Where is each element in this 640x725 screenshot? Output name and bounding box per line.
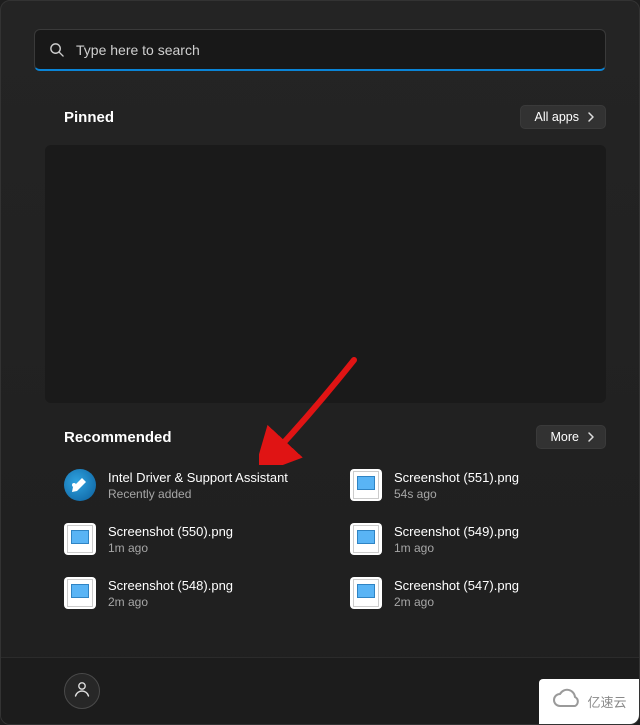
cloud-icon	[551, 688, 581, 715]
recommended-item-subtitle: 1m ago	[108, 541, 233, 555]
search-bar[interactable]	[34, 29, 606, 71]
recommended-item-screenshot-548[interactable]: Screenshot (548).png 2m ago	[64, 577, 320, 609]
image-file-icon	[350, 469, 382, 501]
recommended-item-intel-driver[interactable]: Intel Driver & Support Assistant Recentl…	[64, 469, 320, 501]
chevron-right-icon	[585, 111, 597, 123]
recommended.items.3.subtitle: 1m ago	[394, 541, 519, 555]
watermark: 亿速云	[539, 679, 639, 724]
chevron-right-icon	[585, 431, 597, 443]
all-apps-button[interactable]: All apps	[520, 105, 606, 129]
recommended-item-text: Screenshot (549).png 1m ago	[394, 524, 519, 555]
recommended-item-text: Screenshot (548).png 2m ago	[108, 578, 233, 609]
search-icon	[49, 42, 64, 57]
pinned-title: Pinned	[64, 109, 114, 126]
image-file-icon	[350, 577, 382, 609]
more-label: More	[551, 430, 579, 444]
top-area	[1, 1, 639, 71]
recommended-item-screenshot-549[interactable]: Screenshot (549).png 1m ago	[350, 523, 606, 555]
recommended-item-subtitle: 54s ago	[394, 487, 519, 501]
recommended-item-text: Intel Driver & Support Assistant Recentl…	[108, 470, 288, 501]
all-apps-label: All apps	[535, 110, 579, 124]
app-icon	[64, 469, 96, 501]
recommended-item-title: Screenshot (547).png	[394, 578, 519, 593]
recommended-item-title: Screenshot (549).png	[394, 524, 519, 539]
user-icon	[72, 679, 92, 704]
start-menu: Pinned All apps Recommended More	[0, 0, 640, 725]
recommended-item-subtitle: Recently added	[108, 487, 288, 501]
recommended-item-screenshot-547[interactable]: Screenshot (547).png 2m ago	[350, 577, 606, 609]
image-file-icon	[64, 523, 96, 555]
user-account-button[interactable]	[64, 673, 100, 709]
recommended-item-title: Intel Driver & Support Assistant	[108, 470, 288, 485]
recommended-item-title: Screenshot (548).png	[108, 578, 233, 593]
recommended-title: Recommended	[64, 429, 172, 446]
pinned-header: Pinned All apps	[64, 105, 606, 129]
watermark-text: 亿速云	[587, 692, 626, 711]
recommended-item-subtitle: 2m ago	[108, 595, 233, 609]
recommended-item-text: Screenshot (550).png 1m ago	[108, 524, 233, 555]
recommended-item-screenshot-550[interactable]: Screenshot (550).png 1m ago	[64, 523, 320, 555]
recommended-item-title: Screenshot (550).png	[108, 524, 233, 539]
annotation-arrow-icon	[259, 355, 369, 465]
image-file-icon	[64, 577, 96, 609]
recommended-grid: Intel Driver & Support Assistant Recentl…	[64, 469, 606, 609]
recommended-item-text: Screenshot (547).png 2m ago	[394, 578, 519, 609]
more-button[interactable]: More	[536, 425, 606, 449]
search-input[interactable]	[76, 42, 591, 58]
recommended-item-text: Screenshot (551).png 54s ago	[394, 470, 519, 501]
recommended-item-subtitle: 2m ago	[394, 595, 519, 609]
image-file-icon	[350, 523, 382, 555]
recommended-item-title: Screenshot (551).png	[394, 470, 519, 485]
recommended-item-screenshot-551[interactable]: Screenshot (551).png 54s ago	[350, 469, 606, 501]
